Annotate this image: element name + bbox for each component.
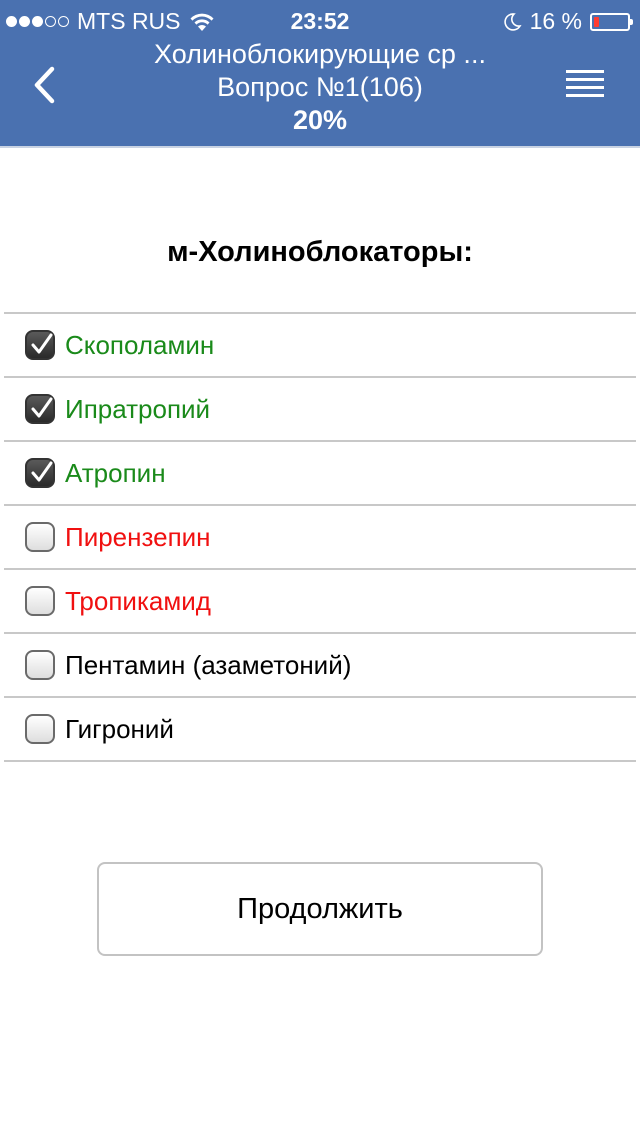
answer-option-label: Скополамин [65,330,215,360]
battery-percent: 16 % [529,8,582,34]
status-right: 16 % [502,8,633,35]
battery-icon [590,12,633,31]
moon-icon [503,12,522,31]
answer-option-label: Тропикамид [65,586,211,616]
answer-option-label: Пирензепин [65,522,211,552]
checkbox-unchecked-icon[interactable] [25,522,55,552]
checkmark-icon [31,333,53,354]
answer-option[interactable]: Пентамин (азаметоний) [4,634,636,698]
checkbox-unchecked-icon[interactable] [25,650,55,680]
nav-header: MTS RUS 23:52 16 % Холиноблокирующие ср … [0,0,640,148]
answer-option[interactable]: Ипратропий [4,378,636,442]
checkbox-unchecked-icon[interactable] [25,714,55,744]
status-bar: MTS RUS 23:52 16 % [0,0,640,40]
menu-button[interactable] [566,64,612,106]
question-text: м-Холиноблокаторы: [167,236,473,268]
checkbox-checked-icon[interactable] [25,458,55,488]
question-counter: Вопрос №1(106) [217,72,423,102]
continue-button[interactable]: Продолжить [97,862,543,956]
answer-option-label: Ипратропий [65,394,211,424]
answer-option[interactable]: Атропин [4,442,636,506]
checkbox-checked-icon[interactable] [25,394,55,424]
back-button[interactable] [24,60,74,110]
battery-level-fill [594,16,599,27]
answer-option[interactable]: Пирензепин [4,506,636,570]
progress-percent: 20% [292,105,348,135]
answer-option-label: Гигроний [65,714,174,744]
checkmark-icon [31,461,53,482]
chevron-left-icon [34,66,55,104]
title-block: Холиноблокирующие ср ... Вопрос №1(106) … [90,38,550,137]
answer-option[interactable]: Скополамин [4,314,636,378]
answer-option-label: Атропин [65,458,166,488]
checkbox-checked-icon[interactable] [25,330,55,360]
answer-option[interactable]: Тропикамид [4,570,636,634]
page-title: Холиноблокирующие ср ... [154,39,486,69]
answer-option[interactable]: Гигроний [4,698,636,762]
checkbox-unchecked-icon[interactable] [25,586,55,616]
answer-option-label: Пентамин (азаметоний) [65,650,352,680]
checkmark-icon [31,397,53,418]
answer-options-list: Скополамин Ипратропий Атропин Пирензепин Тро… [4,312,636,762]
